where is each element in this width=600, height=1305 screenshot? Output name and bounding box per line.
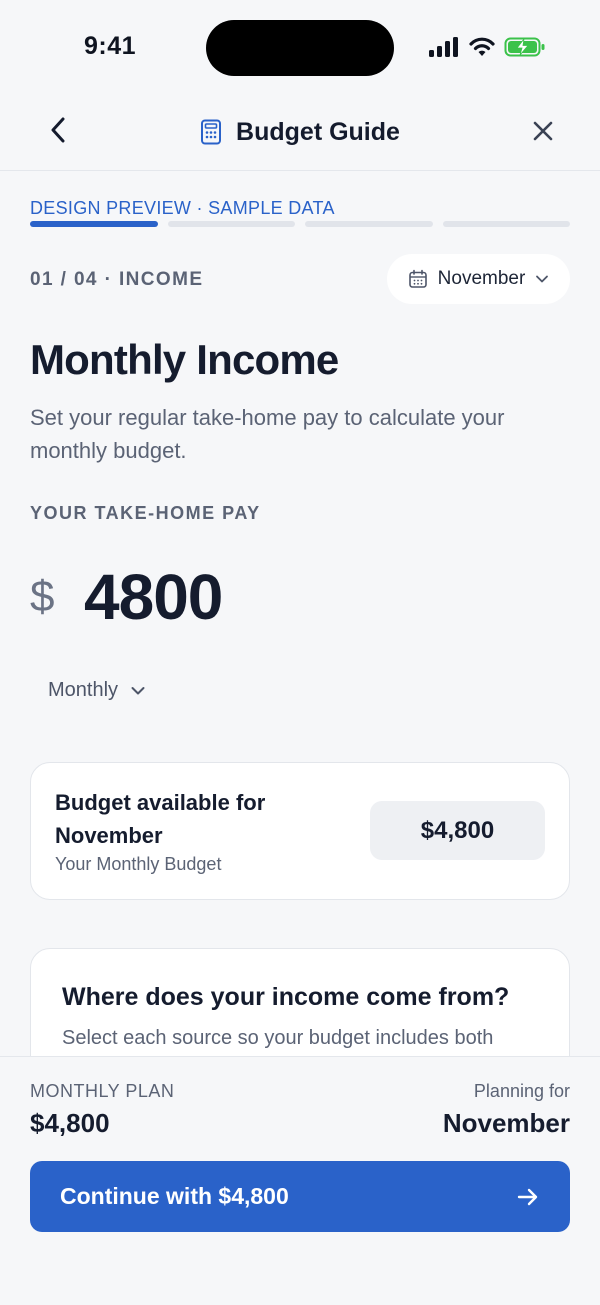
budget-value-badge: $4,800	[370, 801, 545, 860]
income-amount-input[interactable]: 4800	[84, 560, 223, 634]
chevron-down-icon	[536, 275, 549, 283]
income-sources-title: Where does your income come from?	[62, 983, 510, 1011]
page-title: Monthly Income	[30, 336, 339, 383]
status-icons	[428, 36, 546, 58]
wifi-icon	[469, 37, 495, 56]
continue-button-label: Continue with $4,800	[60, 1183, 289, 1209]
step-label: 01 / 04 · INCOME	[30, 269, 204, 290]
budget-card-title: Budget available for November	[55, 790, 266, 848]
step-segment	[30, 221, 158, 227]
step-segment	[305, 221, 433, 227]
budget-card-subtitle: Your Monthly Budget	[55, 854, 222, 874]
dynamic-island	[206, 20, 394, 76]
month-selector[interactable]: November	[387, 254, 570, 304]
nav-title: Budget Guide	[0, 112, 600, 152]
calendar-icon	[408, 269, 427, 288]
month-selector-label: November	[437, 268, 526, 289]
income-sources-subtitle: Select each source so your budget includ…	[62, 1027, 494, 1049]
monthly-plan-label: MONTHLY PLAN	[30, 1081, 175, 1101]
frequency-selector[interactable]: Monthly	[48, 679, 146, 702]
chevron-down-icon	[131, 687, 145, 695]
close-icon	[533, 121, 553, 141]
battery-charging-icon	[504, 37, 545, 57]
continue-button[interactable]: Continue with $4,800	[30, 1161, 570, 1232]
planning-for-label: Planning for	[473, 1081, 570, 1101]
frequency-label: Monthly	[48, 679, 119, 701]
monthly-plan-value: $4,800	[30, 1108, 110, 1138]
step-segment	[442, 221, 570, 227]
take-home-pay-label: YOUR TAKE-HOME PAY	[30, 503, 261, 523]
step-progress	[30, 221, 570, 227]
signal-icon	[429, 37, 458, 57]
close-button[interactable]	[526, 114, 560, 148]
nav-title-text: Budget Guide	[236, 117, 400, 146]
status-time: 9:41	[84, 32, 137, 60]
preview-banner: DESIGN PREVIEW · SAMPLE DATA	[30, 198, 335, 218]
step-segment	[167, 221, 295, 227]
currency-symbol: $	[30, 572, 55, 621]
calculator-icon	[201, 119, 222, 145]
arrow-right-icon	[517, 1188, 538, 1205]
page-subtitle: Set your regular take-home pay to calcul…	[30, 405, 505, 463]
planning-for-value: November	[442, 1108, 570, 1138]
